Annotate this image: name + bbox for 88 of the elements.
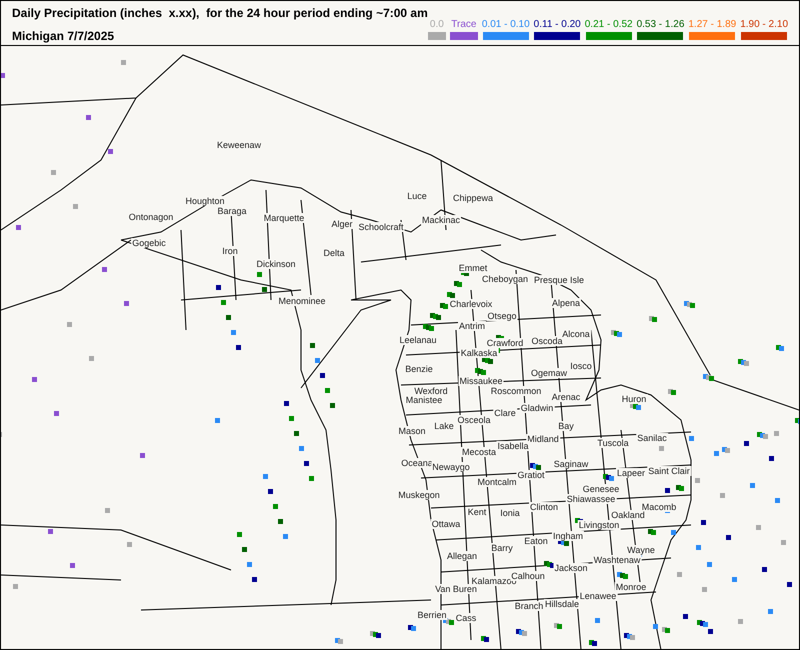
county-label: Osceola	[456, 415, 492, 425]
county-label: Gogebic	[131, 238, 167, 248]
county-label: Missaukee	[458, 376, 504, 386]
county-label: Charlevoix	[448, 299, 494, 309]
county-label: Luce	[406, 191, 428, 201]
county-label: Mason	[398, 426, 426, 436]
legend-label: 0.53 - 1.26	[636, 19, 684, 31]
map-title: Daily Precipitation (inches x.xx), for the 24 hour period ending ~7:00 am	[12, 5, 428, 21]
county-label: Otsego	[486, 311, 518, 321]
county-label: Manistee	[404, 395, 444, 405]
legend-label: 0.21 - 0.52	[584, 19, 633, 31]
county-label: Sanilac	[636, 433, 668, 443]
county-label: Menominee	[277, 296, 327, 306]
legend-label: 1.27 - 1.89	[688, 19, 736, 31]
county-label: Clinton	[529, 502, 559, 512]
county-label: Antrim	[458, 321, 486, 331]
county-label: Hillsdale	[544, 599, 580, 609]
county-label: Oscoda	[530, 336, 564, 346]
county-label: Houghton	[184, 196, 226, 206]
county-label: Saginaw	[552, 459, 590, 469]
county-label: Branch	[514, 601, 544, 611]
county-label: Berrien	[416, 610, 448, 620]
county-label: Ingham	[552, 531, 584, 541]
county-label: Ottawa	[430, 519, 462, 529]
legend-label: 0.0	[430, 19, 444, 31]
county-label: Lapeer	[616, 468, 646, 478]
county-label: Ontonagon	[128, 212, 174, 222]
county-label: Crawford	[486, 338, 524, 348]
county-label: Ogemaw	[530, 368, 568, 378]
county-label: Montcalm	[476, 477, 518, 487]
county-label: Mackinac	[421, 215, 461, 225]
county-label: Gratiot	[516, 470, 546, 480]
county-label: Wexford	[413, 386, 449, 396]
county-label: Leelanau	[398, 335, 438, 345]
county-label: Macomb	[640, 502, 678, 512]
county-label: Chippewa	[452, 193, 494, 203]
county-label: Keweenaw	[216, 140, 262, 150]
county-label: Ionia	[499, 508, 521, 518]
county-label: Midland	[526, 434, 560, 444]
county-label: Bay	[557, 421, 575, 431]
county-label: Roscommon	[490, 386, 542, 396]
county-label: Alpena	[550, 298, 582, 308]
county-label: Presque Isle	[532, 275, 586, 285]
county-label: Gladwin	[520, 403, 554, 413]
legend-label: 1.90 - 2.10	[740, 19, 788, 31]
county-label: Clare	[493, 408, 517, 418]
county-label: Washtenaw	[592, 555, 642, 565]
county-label: Arenac	[550, 392, 582, 402]
county-label: Emmet	[458, 263, 488, 273]
county-label: Saint Clair	[647, 466, 691, 476]
county-label: Huron	[620, 394, 648, 404]
legend-label: Trace	[451, 19, 476, 31]
county-label: Isabella	[496, 441, 530, 451]
county-label: Genesee	[582, 484, 620, 494]
county-label: Iosco	[569, 361, 593, 371]
county-label: Benzie	[404, 364, 434, 374]
county-label: Oakland	[610, 510, 646, 520]
county-label: Mecosta	[461, 447, 497, 457]
county-label: Eaton	[523, 536, 549, 546]
map-subtitle: Michigan 7/7/2025	[12, 28, 116, 44]
county-label: Baraga	[216, 206, 248, 216]
county-label: Monroe	[614, 582, 648, 592]
county-label: Livingston	[578, 520, 620, 530]
county-label: Cheboygan	[480, 274, 530, 284]
county-label: Kent	[466, 507, 488, 517]
county-label: Oceana	[400, 458, 434, 468]
county-label: Cass	[454, 613, 478, 623]
legend-label: 0.11 - 0.20	[534, 19, 581, 31]
county-label: Iron	[221, 246, 239, 256]
legend-label: 0.01 - 0.10	[482, 19, 530, 31]
county-label: Alger	[330, 219, 354, 229]
county-label: Lake	[433, 421, 455, 431]
county-label: Jackson	[553, 563, 589, 573]
county-label: Newaygo	[431, 462, 471, 472]
county-label: Marquette	[262, 213, 306, 223]
county-label: Barry	[490, 543, 514, 553]
county-label: Muskegon	[397, 490, 441, 500]
county-label: Lenawee	[578, 591, 618, 601]
county-label: Schoolcraft	[357, 222, 405, 232]
county-label: Shiawassee	[566, 494, 616, 504]
county-label: Wayne	[626, 545, 656, 555]
county-label: Tuscola	[596, 438, 630, 448]
county-label: Dickinson	[256, 259, 296, 269]
county-label: Kalkaska	[460, 348, 498, 358]
county-label: Delta	[322, 248, 346, 258]
county-label: Allegan	[446, 551, 478, 561]
county-label: Van Buren	[434, 584, 478, 594]
county-label: Alcona	[561, 329, 591, 339]
